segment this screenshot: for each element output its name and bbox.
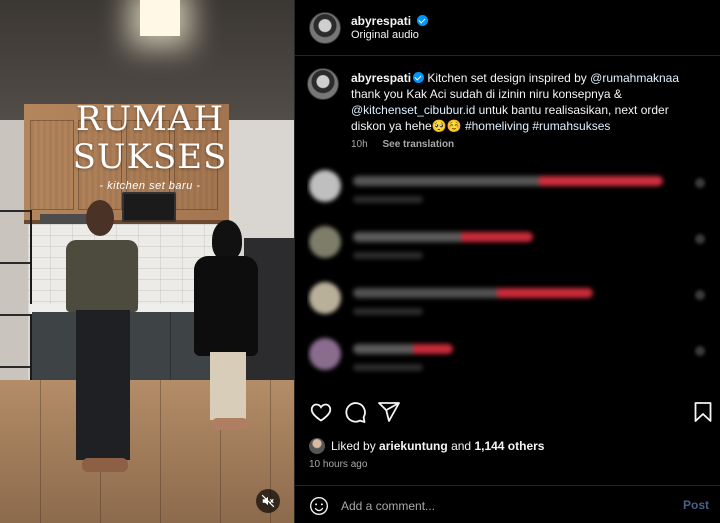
hashtag-link[interactable]: #homeliving <box>465 119 529 133</box>
comment-meta-blurred <box>353 308 423 315</box>
caption-author[interactable]: abyrespati <box>351 71 411 85</box>
caption-author-avatar[interactable] <box>307 68 339 100</box>
emoji-icon[interactable] <box>309 496 329 516</box>
comment-like-icon[interactable] <box>695 346 705 356</box>
action-bar <box>295 392 720 428</box>
comment-item[interactable] <box>307 278 711 332</box>
post-media[interactable]: RUMAH SUKSES - kitchen set baru - <box>0 0 294 523</box>
see-translation-link[interactable]: See translation <box>382 139 454 150</box>
mute-button[interactable] <box>256 489 280 513</box>
comment-like-icon[interactable] <box>695 178 705 188</box>
post-sidebar: abyrespati Original audio abyrespati Kit… <box>294 0 720 523</box>
comment-like-icon[interactable] <box>695 290 705 300</box>
caption-meta: 10h See translation <box>351 139 466 150</box>
comment-item[interactable] <box>307 166 711 220</box>
post-timestamp: 10 hours ago <box>309 459 368 470</box>
liker-username[interactable]: ariekuntung <box>379 439 448 453</box>
paper-plane-icon[interactable] <box>377 400 401 424</box>
comment-meta-blurred <box>353 364 423 371</box>
comment-text-blurred <box>353 176 663 186</box>
author-avatar[interactable] <box>309 12 341 44</box>
commenter-avatar[interactable] <box>309 170 341 202</box>
commenter-avatar[interactable] <box>309 226 341 258</box>
likes-count[interactable]: 1,144 others <box>474 439 544 453</box>
video-overlay-subtitle: - kitchen set baru - <box>99 180 201 192</box>
comment-icon[interactable] <box>343 400 367 424</box>
person-man <box>66 200 142 478</box>
commenter-avatar[interactable] <box>309 338 341 370</box>
comments-list <box>307 166 711 381</box>
post-comment-button[interactable]: Post <box>683 498 709 512</box>
comment-text-blurred <box>353 288 593 298</box>
comment-text-blurred <box>353 344 453 354</box>
commenter-avatar[interactable] <box>309 282 341 314</box>
heart-icon[interactable] <box>309 400 333 424</box>
caption-age: 10h <box>351 139 368 150</box>
bookmark-icon[interactable] <box>691 400 715 424</box>
comment-item[interactable] <box>307 222 711 276</box>
caption-text: abyrespati Kitchen set design inspired b… <box>351 71 680 133</box>
person-woman <box>186 220 258 440</box>
likes-summary: Liked by ariekuntung and 1,144 others <box>309 438 544 454</box>
comment-like-icon[interactable] <box>695 234 705 244</box>
verified-badge-icon <box>413 72 425 83</box>
speaker-muted-icon <box>261 494 275 508</box>
comment-input[interactable] <box>341 497 641 515</box>
mention-link[interactable]: @kitchenset_cibubur.id <box>351 103 475 117</box>
author-username[interactable]: abyrespati <box>351 14 411 28</box>
verified-badge-icon <box>417 15 429 26</box>
post-header: abyrespati Original audio <box>295 0 720 56</box>
mention-link[interactable]: @rumahmaknaa <box>590 71 679 85</box>
audio-label[interactable]: Original audio <box>351 29 419 41</box>
liker-avatar[interactable] <box>309 438 325 454</box>
comment-text-blurred <box>353 232 533 242</box>
video-overlay-title: RUMAH SUKSES <box>72 99 228 177</box>
comment-meta-blurred <box>353 252 423 259</box>
comment-meta-blurred <box>353 196 423 203</box>
add-comment-bar: Post <box>295 485 720 523</box>
hashtag-link[interactable]: #rumahsukses <box>532 119 610 133</box>
ceiling-lamp <box>140 0 180 36</box>
comment-item[interactable] <box>307 334 711 381</box>
